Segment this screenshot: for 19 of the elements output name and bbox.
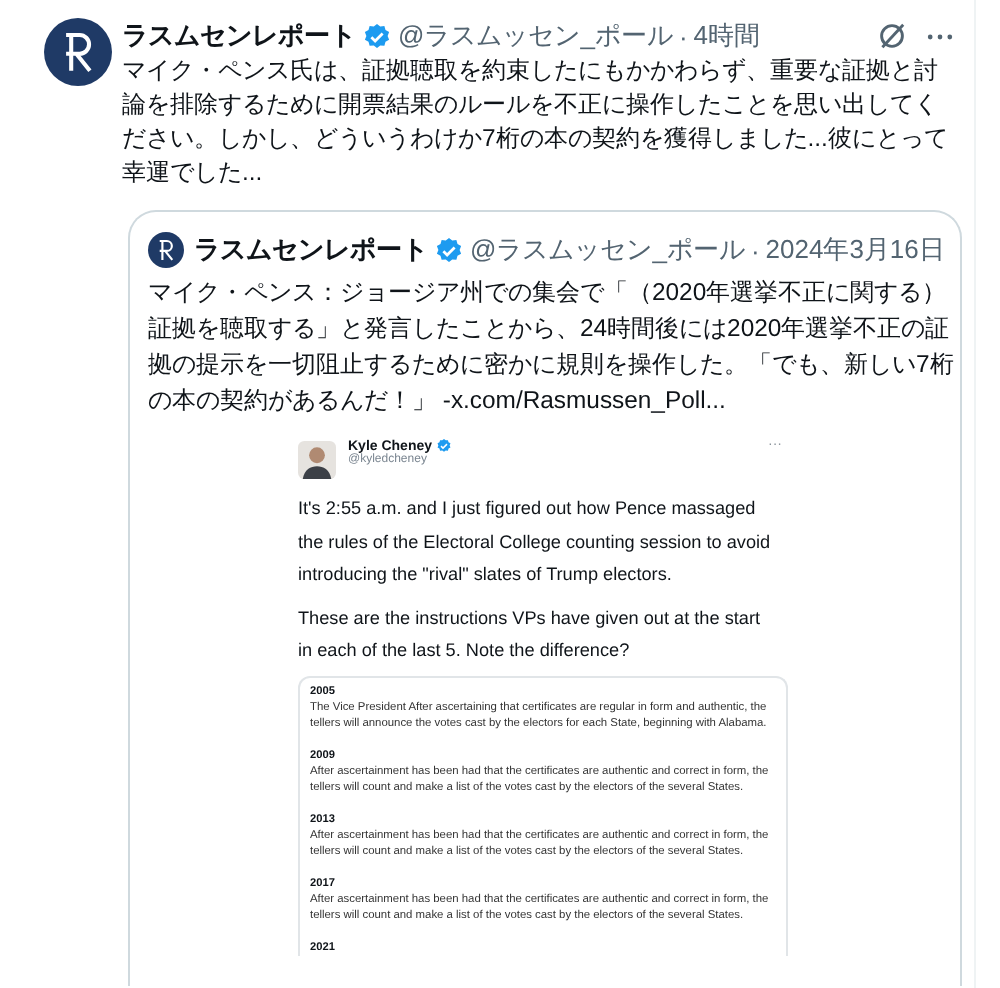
tweet-text: These are the instructions VPs have given out at the start in each of the last 5. Note the difference? <box>298 605 763 664</box>
slashed-circle-icon[interactable] <box>876 20 908 52</box>
separator: · <box>678 21 688 51</box>
link[interactable]: -x.com/Rasmussen_Poll... <box>436 386 726 414</box>
quote-text: マイク・ペンス：ジョージア州での集会で「（2020年選挙不正に関する）証拠を聴取する」と発言したことから、24時間後には2020年選挙不正の証拠の提示を一切阻止するために密かに規則を操作した。「でも、新しい7桁の本の契約があるんだ！」 -x.com/Rasmussen_Poll... <box>148 276 956 418</box>
person-avatar-icon <box>298 438 336 482</box>
author-handle: @ラスムッセン_ポール <box>470 232 745 268</box>
more-icon[interactable] <box>926 31 954 41</box>
post-text: マイク・ペンス氏は、証拠聴取を約束したにもかかわらず、重要な証拠と討論を排除するために開票結果のルールを不正に操作したことを思い出してください。しかし、どういうわけか7桁の本の契約を獲得しました...彼にとって幸運でした... <box>122 54 950 190</box>
logo-icon <box>148 232 184 268</box>
separator: · <box>750 235 760 265</box>
quoted-post[interactable] <box>128 210 962 986</box>
author-name: ラスムセンレポート <box>194 232 428 268</box>
author-name: ラスムセンレポート <box>122 18 356 54</box>
tweet-text: It's 2:55 a.m. and I just figured out how Pence massaged the rules of the Electoral College counting session to avoid introducing the "rival" slates of Trump electors. <box>298 496 773 588</box>
post-time: 4時間 <box>693 18 761 54</box>
post-date: 2024年3月16日 <box>765 232 945 268</box>
logo-icon <box>44 18 112 86</box>
author-handle: @ラスムッセン_ポール <box>398 18 673 54</box>
